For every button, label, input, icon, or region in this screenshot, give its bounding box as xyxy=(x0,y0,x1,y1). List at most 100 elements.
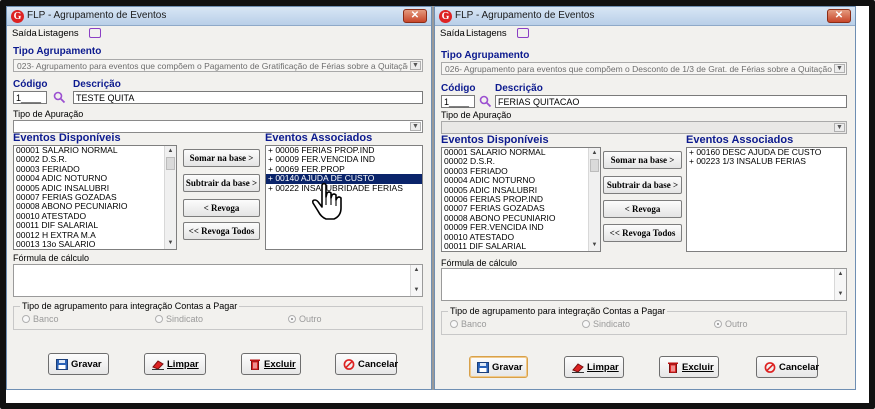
chevron-down-icon[interactable]: ▼ xyxy=(834,123,845,132)
radio-sindicato[interactable]: Sindicato xyxy=(582,319,630,329)
scroll-thumb[interactable] xyxy=(590,159,599,172)
descricao-field[interactable]: FERIAS QUITACAO xyxy=(495,95,847,108)
floppy-disk-icon xyxy=(56,359,68,370)
scrollbar[interactable]: ▲ ▼ xyxy=(410,265,422,296)
formula-textarea[interactable]: ▲ ▼ xyxy=(441,268,847,301)
tipo-agrupamento-value: 023- Agrupamento para eventos que compõe… xyxy=(17,61,408,71)
window-right: G FLP - Agrupamento de Eventos ✕ Saída L… xyxy=(434,6,856,390)
tipo-agrupamento-label: Tipo Agrupamento xyxy=(441,50,530,61)
scroll-down-icon[interactable]: ▼ xyxy=(412,286,421,295)
limpar-button[interactable]: Limpar xyxy=(144,353,206,375)
scrollbar[interactable]: ▲ ▼ xyxy=(588,148,600,251)
tipo-apuracao-select[interactable]: ▼ xyxy=(441,121,847,134)
close-button[interactable]: ✕ xyxy=(827,9,851,23)
codigo-label: Código xyxy=(13,79,48,90)
tipo-agrupamento-select[interactable]: 023- Agrupamento para eventos que compõe… xyxy=(13,59,423,72)
menu-saida[interactable]: Saída xyxy=(440,28,465,39)
list-item[interactable]: 00011 DIF SALARIAL xyxy=(442,241,600,251)
excluir-label: Excluir xyxy=(682,362,714,373)
excluir-button[interactable]: Excluir xyxy=(241,353,301,375)
menu-listagens[interactable]: Listagens xyxy=(466,28,507,39)
magnifier-icon[interactable] xyxy=(53,91,66,104)
gravar-label: Gravar xyxy=(492,362,523,373)
radio-dot xyxy=(450,320,458,328)
revoga-button[interactable]: < Revoga xyxy=(603,200,682,218)
subtrair-da-base-button[interactable]: Subtrair da base > xyxy=(183,174,260,192)
radio-sindicato[interactable]: Sindicato xyxy=(155,314,203,324)
scroll-thumb[interactable] xyxy=(166,157,175,170)
scroll-up-icon[interactable]: ▲ xyxy=(836,270,845,279)
flp-logo-icon: G xyxy=(439,10,452,23)
eventos-disponiveis-label: Eventos Disponíveis xyxy=(13,132,121,144)
cancelar-button[interactable]: Cancelar xyxy=(335,353,398,375)
formula-textarea[interactable]: ▲ ▼ xyxy=(13,264,423,297)
radio-banco-label: Banco xyxy=(33,314,59,324)
revoga-todos-button[interactable]: << Revoga Todos xyxy=(183,222,260,240)
scroll-up-icon[interactable]: ▲ xyxy=(412,266,421,275)
limpar-label: Limpar xyxy=(167,359,199,370)
integracao-group: Tipo de agrupamento para integração Cont… xyxy=(441,306,847,335)
radio-banco[interactable]: Banco xyxy=(450,319,487,329)
radio-dot xyxy=(714,320,722,328)
eventos-disponiveis-list[interactable]: 00001 SALARIO NORMAL 00002 D.S.R. 00003 FE… xyxy=(13,145,177,250)
chevron-down-icon[interactable]: ▼ xyxy=(410,61,421,70)
radio-dot xyxy=(288,315,296,323)
radio-sindicato-label: Sindicato xyxy=(593,319,631,329)
chevron-down-icon[interactable]: ▼ xyxy=(834,64,845,73)
trash-icon xyxy=(668,362,678,373)
list-item[interactable]: + 00223 1/3 INSALUB FERIAS xyxy=(687,156,846,166)
scroll-up-icon[interactable]: ▲ xyxy=(166,147,175,156)
scroll-up-icon[interactable]: ▲ xyxy=(590,149,599,158)
radio-outro[interactable]: Outro xyxy=(288,314,322,324)
cancelar-label: Cancelar xyxy=(779,362,820,373)
radio-outro[interactable]: Outro xyxy=(714,319,748,329)
eventos-disponiveis-list[interactable]: 00001 SALARIO NORMAL 00002 D.S.R. 00003 FE… xyxy=(441,147,601,252)
list-item[interactable]: 00014 SALARIO xyxy=(16,249,79,250)
excluir-button[interactable]: Excluir xyxy=(659,356,719,378)
window-left: G FLP - Agrupamento de Eventos ✕ Saída L… xyxy=(6,6,432,390)
window-title: FLP - Agrupamento de Eventos xyxy=(455,10,595,21)
tipo-agrupamento-value: 026- Agrupamento para eventos que compõe… xyxy=(445,64,832,74)
trash-icon xyxy=(250,359,260,370)
radio-sindicato-label: Sindicato xyxy=(166,314,204,324)
limpar-button[interactable]: Limpar xyxy=(564,356,624,378)
radio-banco[interactable]: Banco xyxy=(22,314,59,324)
scroll-down-icon[interactable]: ▼ xyxy=(166,239,175,248)
radio-dot xyxy=(22,315,30,323)
window-icon[interactable] xyxy=(89,28,101,38)
gravar-button[interactable]: Gravar xyxy=(48,353,109,375)
menu-listagens[interactable]: Listagens xyxy=(38,28,79,39)
formula-label: Fórmula de cálculo xyxy=(441,258,518,268)
gravar-label: Gravar xyxy=(71,359,102,370)
cancelar-button[interactable]: Cancelar xyxy=(756,356,820,378)
chevron-down-icon[interactable]: ▼ xyxy=(410,122,421,131)
somar-na-base-button[interactable]: Somar na base > xyxy=(183,149,260,167)
revoga-todos-button[interactable]: << Revoga Todos xyxy=(603,224,682,242)
close-button[interactable]: ✕ xyxy=(403,9,427,23)
revoga-button[interactable]: < Revoga xyxy=(183,199,260,217)
somar-na-base-button[interactable]: Somar na base > xyxy=(603,151,682,169)
tipo-agrupamento-select[interactable]: 026- Agrupamento para eventos que compõe… xyxy=(441,62,847,75)
descricao-field[interactable]: TESTE QUITA xyxy=(73,91,423,104)
formula-label: Fórmula de cálculo xyxy=(13,253,90,263)
eventos-disponiveis-label: Eventos Disponíveis xyxy=(441,134,549,146)
window-icon[interactable] xyxy=(517,28,529,38)
scroll-down-icon[interactable]: ▼ xyxy=(836,290,845,299)
scrollbar[interactable]: ▲ ▼ xyxy=(834,269,846,300)
subtrair-da-base-button[interactable]: Subtrair da base > xyxy=(603,176,682,194)
radio-banco-label: Banco xyxy=(461,319,487,329)
scroll-down-icon[interactable]: ▼ xyxy=(590,241,599,250)
integracao-group: Tipo de agrupamento para integração Cont… xyxy=(13,301,423,330)
codigo-field[interactable]: 1____ xyxy=(13,91,47,104)
codigo-field[interactable]: 1____ xyxy=(441,95,475,108)
eventos-associados-list[interactable]: + 00160 DESC AJUDA DE CUSTO + 00223 1/3 I… xyxy=(686,147,847,252)
descricao-label: Descrição xyxy=(73,79,121,90)
title-bar: G FLP - Agrupamento de Eventos ✕ xyxy=(435,7,855,26)
magnifier-icon[interactable] xyxy=(479,95,492,108)
gravar-button[interactable]: Gravar xyxy=(469,356,528,378)
floppy-disk-icon xyxy=(477,362,489,373)
menu-saida[interactable]: Saída xyxy=(12,28,37,39)
tipo-apuracao-label: Tipo de Apuração xyxy=(441,110,512,120)
scrollbar[interactable]: ▲ ▼ xyxy=(164,146,176,249)
tipo-agrupamento-label: Tipo Agrupamento xyxy=(13,46,102,57)
